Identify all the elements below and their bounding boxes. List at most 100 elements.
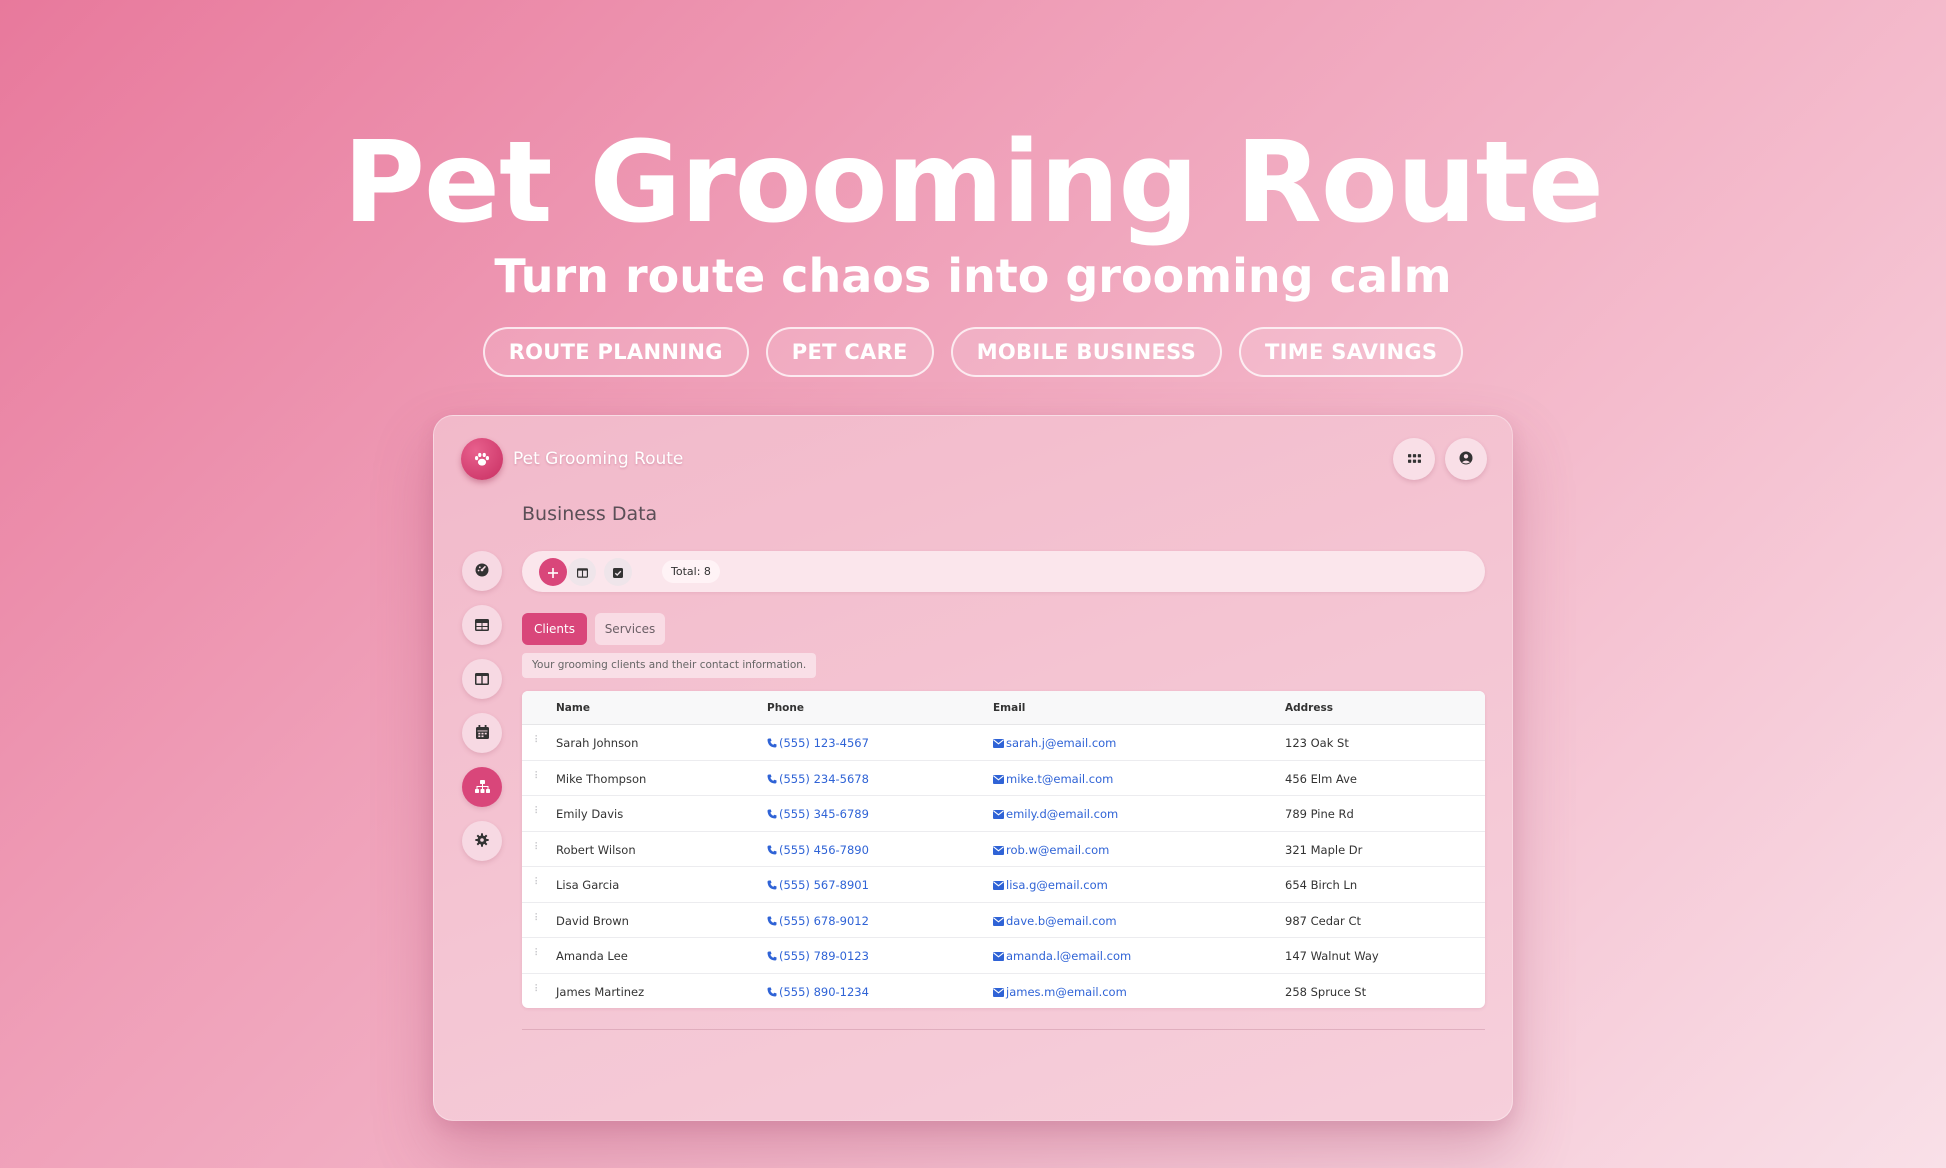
cell-phone[interactable]: (555) 890-1234 xyxy=(767,985,869,999)
column-header-phone[interactable]: Phone xyxy=(767,702,804,714)
cell-address: 147 Walnut Way xyxy=(1285,949,1379,963)
phone-link[interactable]: (555) 678-9012 xyxy=(779,914,869,928)
mail-icon xyxy=(993,807,1006,821)
cell-email[interactable]: lisa.g@email.com xyxy=(993,878,1108,892)
user-account-icon xyxy=(1459,450,1473,469)
total-value: 8 xyxy=(703,565,711,578)
drag-handle-icon[interactable]: ⠇ xyxy=(534,735,541,746)
phone-icon xyxy=(767,843,779,857)
column-header-address[interactable]: Address xyxy=(1285,702,1333,714)
sidebar-item-dashboard[interactable] xyxy=(462,551,502,591)
email-link[interactable]: sarah.j@email.com xyxy=(1006,736,1116,750)
table-row[interactable]: ⠇ David Brown (555) 678-9012 dave.b@email.c… xyxy=(522,903,1485,938)
cell-email[interactable]: emily.d@email.com xyxy=(993,807,1118,821)
cell-phone[interactable]: (555) 345-6789 xyxy=(767,807,869,821)
email-link[interactable]: james.m@email.com xyxy=(1006,985,1127,999)
phone-link[interactable]: (555) 123-4567 xyxy=(779,736,869,750)
table-row[interactable]: ⠇ Amanda Lee (555) 789-0123 amanda.l@email.… xyxy=(522,938,1485,974)
table-row[interactable]: ⠇ Mike Thompson (555) 234-5678 mike.t@email… xyxy=(522,761,1485,796)
phone-link[interactable]: (555) 567-8901 xyxy=(779,878,869,892)
mail-icon xyxy=(993,914,1006,928)
column-header-email[interactable]: Email xyxy=(993,702,1025,714)
cell-address: 654 Birch Ln xyxy=(1285,878,1358,892)
email-link[interactable]: lisa.g@email.com xyxy=(1006,878,1108,892)
cell-email[interactable]: dave.b@email.com xyxy=(993,914,1117,928)
cell-phone[interactable]: (555) 567-8901 xyxy=(767,878,869,892)
sidebar-item-table[interactable] xyxy=(462,605,502,645)
sidebar-item-sitemap[interactable] xyxy=(462,767,502,807)
table-row[interactable]: ⠇ Sarah Johnson (555) 123-4567 sarah.j@emai… xyxy=(522,725,1485,761)
select-button[interactable] xyxy=(604,558,632,586)
drag-handle-icon[interactable]: ⠇ xyxy=(534,806,541,817)
cell-name: Robert Wilson xyxy=(556,842,636,857)
email-link[interactable]: mike.t@email.com xyxy=(1006,772,1113,786)
mail-icon xyxy=(993,843,1006,857)
phone-link[interactable]: (555) 789-0123 xyxy=(779,949,869,963)
divider xyxy=(522,1029,1485,1030)
table-row[interactable]: ⠇ Lisa Garcia (555) 567-8901 lisa.g@email.c… xyxy=(522,867,1485,903)
email-link[interactable]: amanda.l@email.com xyxy=(1006,949,1131,963)
cell-phone[interactable]: (555) 456-7890 xyxy=(767,843,869,857)
hero-subtitle: Turn route chaos into grooming calm xyxy=(494,249,1452,303)
sidebar-item-columns[interactable] xyxy=(462,659,502,699)
table-header: Name Phone Email Address xyxy=(522,691,1485,725)
add-button[interactable] xyxy=(539,558,567,586)
phone-link[interactable]: (555) 345-6789 xyxy=(779,807,869,821)
cell-name: Amanda Lee xyxy=(556,949,628,963)
columns-icon xyxy=(475,670,489,689)
drag-handle-icon[interactable]: ⠇ xyxy=(534,771,541,782)
cell-email[interactable]: sarah.j@email.com xyxy=(993,736,1116,750)
drag-handle-icon[interactable]: ⠇ xyxy=(534,913,541,924)
cell-email[interactable]: amanda.l@email.com xyxy=(993,949,1131,963)
phone-icon xyxy=(767,985,779,999)
cell-name: Emily Davis xyxy=(556,807,624,821)
phone-link[interactable]: (555) 456-7890 xyxy=(779,843,869,857)
column-header-name[interactable]: Name xyxy=(556,702,590,714)
sidebar-item-calendar[interactable] xyxy=(462,713,502,753)
cell-email[interactable]: mike.t@email.com xyxy=(993,772,1113,786)
drag-handle-icon[interactable]: ⠇ xyxy=(534,877,541,888)
cell-phone[interactable]: (555) 123-4567 xyxy=(767,736,869,750)
cell-address: 258 Spruce St xyxy=(1285,984,1367,999)
table-body: ⠇ Sarah Johnson (555) 123-4567 sarah.j@emai… xyxy=(522,725,1485,1008)
sidebar-item-settings[interactable] xyxy=(462,821,502,861)
cell-email[interactable]: rob.w@email.com xyxy=(993,843,1109,857)
hero-title: Pet Grooming Route xyxy=(342,118,1604,248)
phone-icon xyxy=(767,878,779,892)
columns-button[interactable] xyxy=(568,558,596,586)
app-title: Pet Grooming Route xyxy=(513,449,684,469)
tag-time-savings: TIME SAVINGS xyxy=(1239,327,1464,377)
cell-address: 456 Elm Ave xyxy=(1285,771,1357,786)
paw-icon[interactable] xyxy=(461,438,503,480)
cell-name: Lisa Garcia xyxy=(556,878,620,892)
email-link[interactable]: rob.w@email.com xyxy=(1006,843,1109,857)
cell-address: 987 Cedar Ct xyxy=(1285,913,1361,928)
apps-grid-icon xyxy=(1407,450,1421,469)
table-row[interactable]: ⠇ Robert Wilson (555) 456-7890 rob.w@email.… xyxy=(522,832,1485,867)
cell-phone[interactable]: (555) 678-9012 xyxy=(767,914,869,928)
phone-icon xyxy=(767,914,779,928)
columns-icon xyxy=(576,563,588,582)
cell-address: 321 Maple Dr xyxy=(1285,842,1363,857)
tag-route-planning: ROUTE PLANNING xyxy=(482,327,749,377)
cell-address: 123 Oak St xyxy=(1285,736,1349,750)
apps-grid-button[interactable] xyxy=(1393,438,1435,480)
phone-link[interactable]: (555) 890-1234 xyxy=(779,985,869,999)
cell-phone[interactable]: (555) 789-0123 xyxy=(767,949,869,963)
tab-clients[interactable]: Clients xyxy=(522,613,587,645)
toolbar: Total: 8 xyxy=(522,551,1485,592)
email-link[interactable]: dave.b@email.com xyxy=(1006,914,1117,928)
drag-handle-icon[interactable]: ⠇ xyxy=(534,948,541,959)
table-row[interactable]: ⠇ Emily Davis (555) 345-6789 emily.d@email.… xyxy=(522,796,1485,832)
cell-phone[interactable]: (555) 234-5678 xyxy=(767,772,869,786)
cell-email[interactable]: james.m@email.com xyxy=(993,985,1127,999)
sitemap-icon xyxy=(474,778,490,797)
clients-table: Name Phone Email Address ⠇ Sarah Johnson (… xyxy=(522,691,1485,1008)
email-link[interactable]: emily.d@email.com xyxy=(1006,807,1118,821)
tab-services[interactable]: Services xyxy=(595,613,665,645)
phone-link[interactable]: (555) 234-5678 xyxy=(779,772,869,786)
drag-handle-icon[interactable]: ⠇ xyxy=(534,842,541,853)
drag-handle-icon[interactable]: ⠇ xyxy=(534,984,541,995)
table-row[interactable]: ⠇ James Martinez (555) 890-1234 james.m@ema… xyxy=(522,974,1485,1009)
user-account-button[interactable] xyxy=(1445,438,1487,480)
